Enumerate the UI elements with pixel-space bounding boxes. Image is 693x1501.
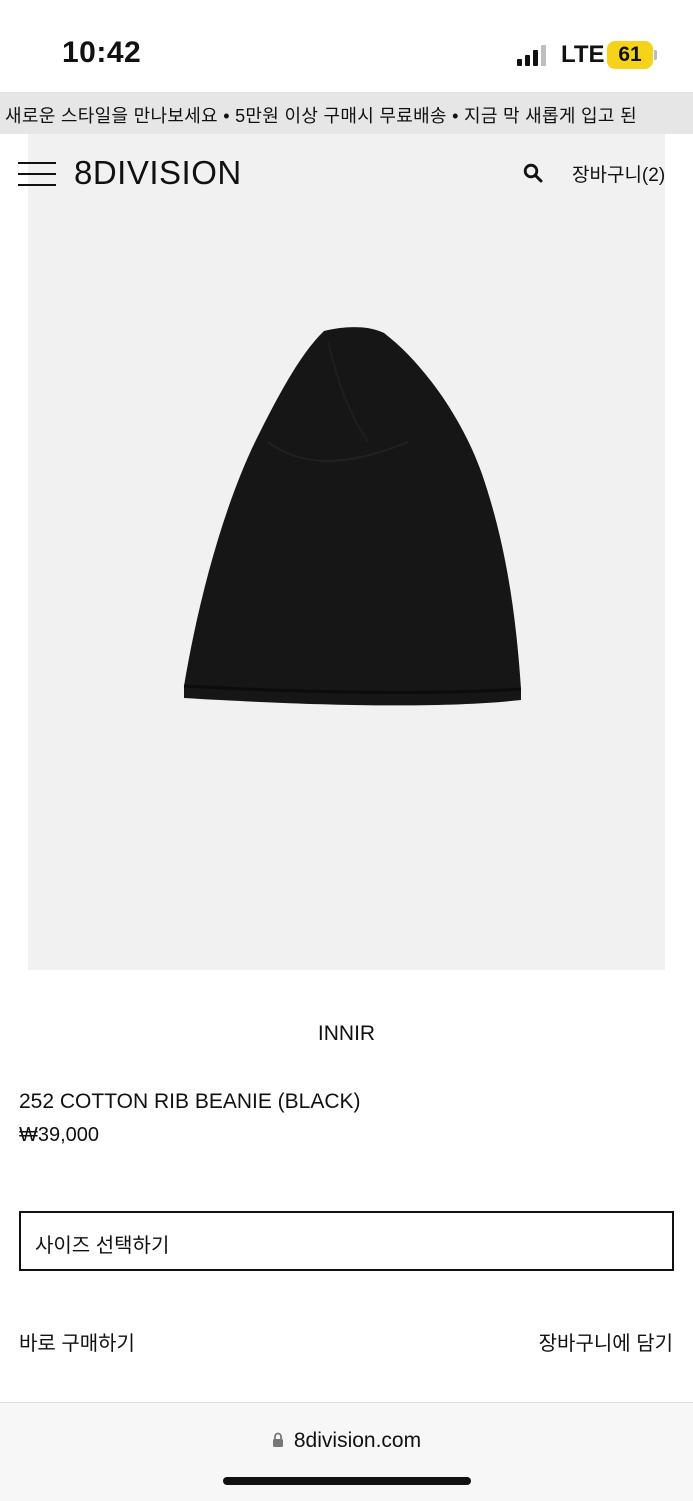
- status-time: 10:42: [62, 36, 142, 69]
- product-image[interactable]: [28, 212, 665, 970]
- product-name: 252 COTTON RIB BEANIE (BLACK): [19, 1090, 361, 1113]
- url-container[interactable]: 8division.com: [0, 1429, 693, 1453]
- add-to-cart-button[interactable]: 장바구니에 담기: [539, 1327, 673, 1356]
- search-icon[interactable]: [523, 163, 543, 183]
- signal-icon: [517, 44, 547, 66]
- url-text[interactable]: 8division.com: [294, 1429, 421, 1452]
- browser-address-bar[interactable]: 8division.com: [0, 1402, 693, 1501]
- battery-level: 61: [607, 41, 653, 69]
- cart-link[interactable]: 장바구니(2): [572, 160, 665, 187]
- site-header: 8DIVISION 장바구니(2): [0, 134, 693, 212]
- site-logo[interactable]: 8DIVISION: [74, 154, 242, 192]
- product-brand[interactable]: INNIR: [0, 1022, 693, 1046]
- announcement-ticker: 새로운 스타일을 만나보세요 • 5만원 이상 구매시 무료배송 • 지금 막 …: [0, 92, 693, 134]
- battery-icon: 61: [607, 41, 657, 69]
- menu-icon[interactable]: [18, 161, 56, 187]
- lock-icon: [272, 1432, 283, 1447]
- ticker-text: 새로운 스타일을 만나보세요 • 5만원 이상 구매시 무료배송 • 지금 막 …: [5, 106, 637, 126]
- status-bar: 10:42 LTE 61: [0, 0, 693, 92]
- size-select-label: 사이즈 선택하기: [35, 1235, 170, 1257]
- product-price: ₩39,000: [19, 1124, 100, 1146]
- size-select[interactable]: 사이즈 선택하기: [19, 1211, 674, 1271]
- home-indicator: [223, 1477, 471, 1485]
- network-type: LTE: [561, 41, 605, 68]
- buy-now-button[interactable]: 바로 구매하기: [19, 1327, 135, 1356]
